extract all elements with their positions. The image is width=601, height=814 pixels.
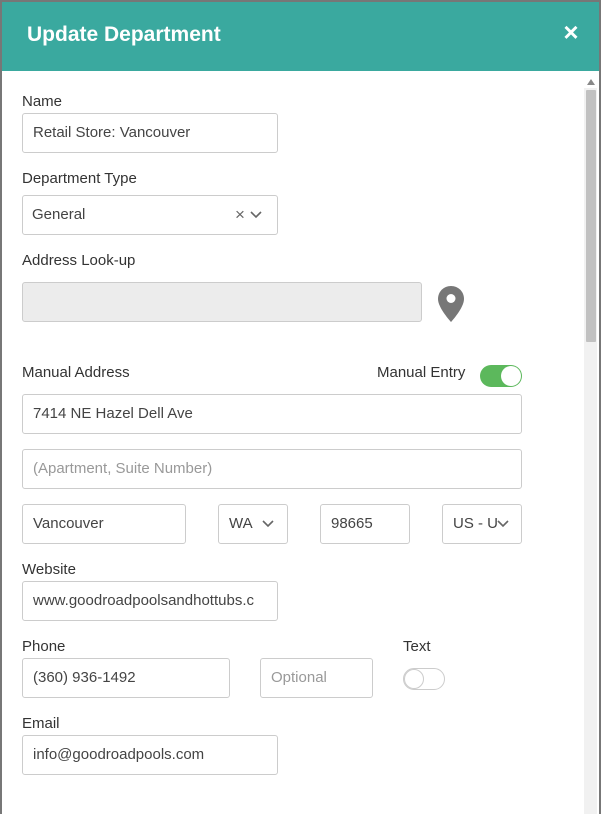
toggle-knob (501, 366, 521, 386)
street2-input[interactable]: (Apartment, Suite Number) (22, 449, 522, 489)
city-input[interactable]: Vancouver (22, 504, 186, 544)
name-input[interactable]: Retail Store: Vancouver (22, 113, 278, 153)
close-icon[interactable]: × (559, 19, 583, 45)
department-type-label: Department Type (22, 170, 137, 187)
scrollbar-thumb[interactable] (586, 90, 596, 342)
state-select[interactable]: WA (218, 504, 288, 544)
modal-title: Update Department (27, 23, 221, 46)
clear-icon[interactable]: × (235, 205, 245, 225)
email-input[interactable]: info@goodroadpools.com (22, 735, 278, 775)
toggle-knob (404, 669, 424, 689)
country-value: US - U (453, 515, 498, 532)
chevron-down-icon[interactable] (262, 519, 274, 529)
modal-header: Update Department × (2, 2, 599, 71)
chevron-down-icon[interactable] (497, 519, 509, 529)
website-label: Website (22, 561, 76, 578)
scroll-up-icon[interactable] (586, 78, 596, 86)
state-value: WA (229, 515, 253, 532)
chevron-down-icon[interactable] (250, 210, 262, 220)
zip-input[interactable]: 98665 (320, 504, 410, 544)
phone-label: Phone (22, 638, 66, 655)
address-lookup-label: Address Look-up (22, 252, 136, 269)
update-department-modal: Update Department × Name Retail Store: V… (2, 2, 599, 814)
department-type-value: General (32, 206, 86, 223)
name-label: Name (22, 93, 63, 110)
address-lookup-input[interactable] (22, 282, 422, 322)
phone-input[interactable]: (360) 936-1492 (22, 658, 230, 698)
map-pin-icon[interactable] (437, 285, 465, 323)
country-select[interactable]: US - U (442, 504, 522, 544)
manual-address-label: Manual Address (22, 364, 130, 381)
phone-extension-input[interactable]: Optional (260, 658, 373, 698)
email-label: Email (22, 715, 60, 732)
text-toggle[interactable] (403, 668, 445, 690)
manual-entry-label: Manual Entry (377, 364, 466, 381)
manual-entry-toggle[interactable] (480, 365, 522, 387)
text-label: Text (403, 638, 431, 655)
street-address-input[interactable]: 7414 NE Hazel Dell Ave (22, 394, 522, 434)
website-input[interactable]: www.goodroadpoolsandhottubs.c (22, 581, 278, 621)
